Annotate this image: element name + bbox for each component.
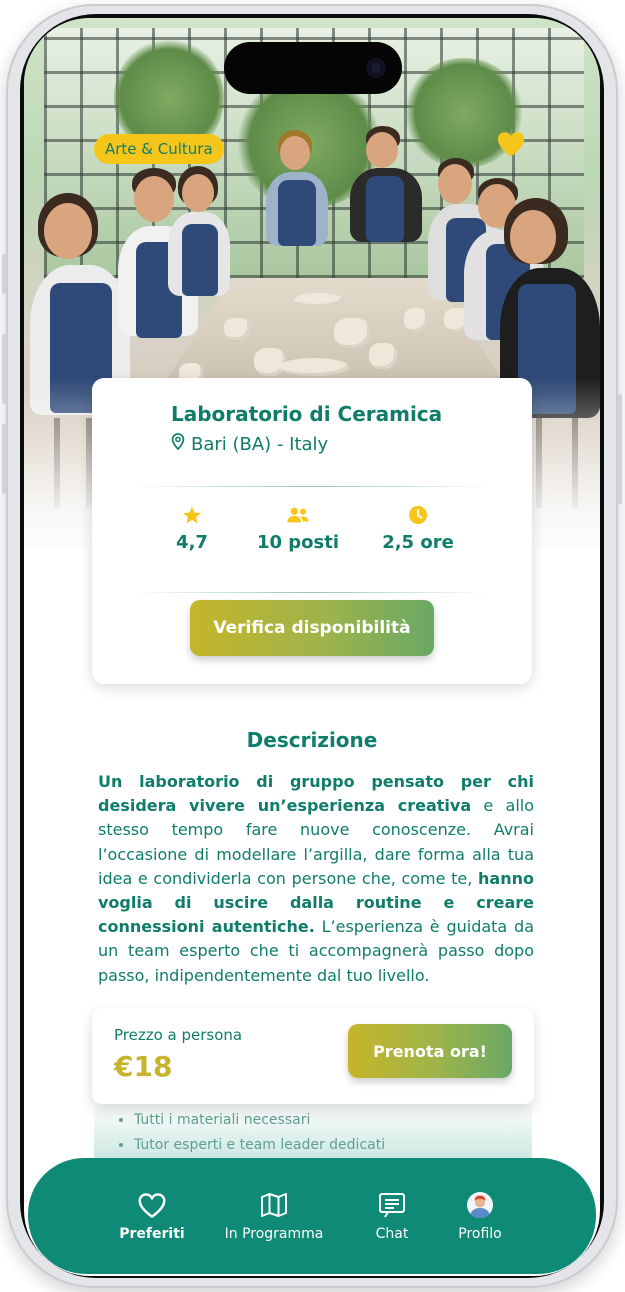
- check-availability-button[interactable]: Verifica disponibilità: [190, 600, 434, 656]
- favorite-heart-icon[interactable]: [496, 130, 526, 158]
- power-button: [617, 394, 622, 504]
- price-value: €18: [114, 1050, 173, 1083]
- ceramic-plate: [279, 358, 349, 376]
- participant: [346, 126, 426, 246]
- avatar: [438, 1190, 522, 1220]
- event-info-card: Laboratorio di Ceramica Bari (BA) - Ital…: [92, 378, 532, 684]
- nav-label: Profilo: [458, 1226, 502, 1242]
- duration-value: 2,5 ore: [382, 532, 454, 553]
- nav-item-schedule[interactable]: In Programma: [214, 1190, 334, 1242]
- event-location: Bari (BA) - Italy: [171, 433, 328, 455]
- rating-value: 4,7: [176, 532, 208, 553]
- rating-stat: 4,7: [132, 504, 252, 553]
- includes-item: Tutor esperti e team leader dedicati: [134, 1133, 532, 1158]
- heart-icon: [104, 1190, 200, 1220]
- booking-card: Prezzo a persona €18 Prenota ora!: [92, 1008, 534, 1104]
- volume-up-button: [2, 334, 7, 404]
- description-bold-1: Un laboratorio di gruppo pensato per chi…: [98, 772, 534, 816]
- group-icon: [238, 504, 358, 526]
- dynamic-island: [224, 42, 402, 94]
- volume-down-button: [2, 424, 7, 494]
- divider: [132, 592, 492, 593]
- event-title: Laboratorio di Ceramica: [171, 402, 443, 426]
- camera-icon: [366, 58, 386, 78]
- ceramic-cup: [224, 318, 250, 340]
- bottom-nav: Preferiti In Programma Chat Profilo: [28, 1158, 596, 1274]
- clock-icon: [358, 504, 478, 526]
- book-now-button[interactable]: Prenota ora!: [348, 1024, 512, 1078]
- nav-label: Preferiti: [119, 1226, 185, 1242]
- location-pin-icon: [171, 433, 185, 455]
- participant: [262, 130, 332, 250]
- ceramic-cup: [369, 343, 397, 369]
- nav-label: In Programma: [224, 1226, 324, 1242]
- nav-label: Chat: [375, 1226, 409, 1242]
- category-tag[interactable]: Arte & Cultura: [94, 134, 224, 164]
- ceramic-plate: [294, 293, 344, 307]
- includes-item: Tutti i materiali necessari: [134, 1108, 532, 1133]
- chat-icon: [350, 1190, 434, 1220]
- map-icon: [214, 1190, 334, 1220]
- divider: [132, 486, 492, 487]
- seats-value: 10 posti: [256, 532, 340, 553]
- location-text: Bari (BA) - Italy: [191, 433, 329, 455]
- ceramic-cup: [254, 348, 286, 376]
- description-text: Un laboratorio di gruppo pensato per chi…: [98, 770, 534, 988]
- ceramic-bowl: [334, 318, 370, 348]
- participant: [164, 166, 234, 306]
- seats-stat: 10 posti: [238, 504, 358, 553]
- nav-item-chat[interactable]: Chat: [350, 1190, 434, 1242]
- ceramic-cup: [404, 308, 428, 332]
- action-button: [2, 254, 7, 294]
- description-heading: Descrizione: [246, 728, 378, 752]
- nav-item-favorites[interactable]: Preferiti: [104, 1190, 200, 1242]
- price-label: Prezzo a persona: [114, 1026, 243, 1044]
- duration-stat: 2,5 ore: [358, 504, 478, 553]
- star-icon: [132, 504, 252, 526]
- nav-item-profile[interactable]: Profilo: [438, 1190, 522, 1242]
- app-screen: Arte & Cultura Laboratorio di Ceramica B…: [24, 18, 600, 1276]
